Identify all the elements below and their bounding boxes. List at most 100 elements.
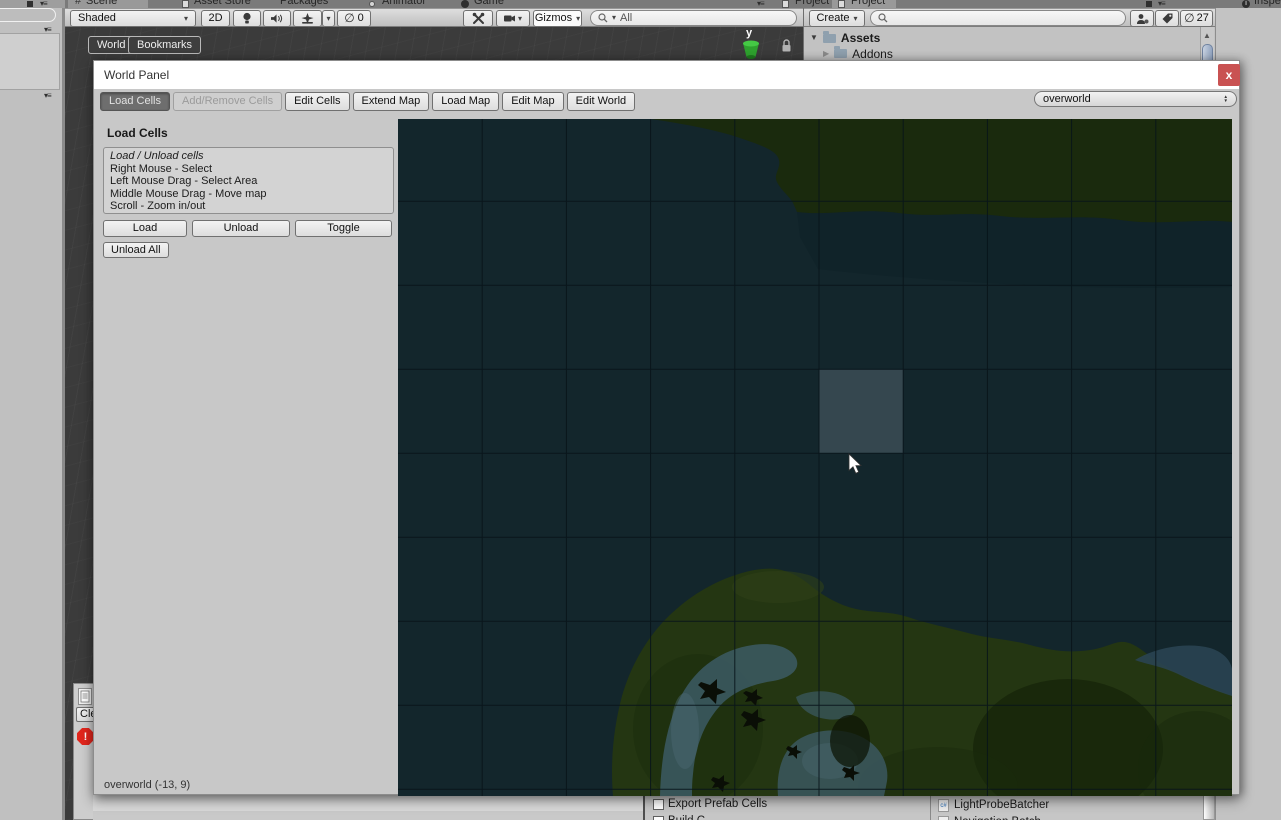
foldout-open-icon[interactable]: ▼ [810, 34, 818, 42]
tab-edit-map[interactable]: Edit Map [502, 92, 564, 111]
create-dropdown-button[interactable]: Create ▾ [809, 10, 865, 27]
foldout-closed-icon[interactable]: ▶ [823, 49, 829, 58]
bottom-scrollbar-continuation[interactable] [1203, 795, 1215, 820]
gizmos-dropdown[interactable]: Gizmos ▾ [533, 10, 582, 27]
scene-search-input[interactable]: ▾ All [590, 10, 797, 26]
unload-button[interactable]: Unload [192, 220, 290, 237]
project-search-input[interactable] [870, 10, 1126, 26]
tab-load-map[interactable]: Load Map [432, 92, 500, 111]
effects-dropdown[interactable]: ▾ [322, 10, 335, 27]
tab-add-remove-cells[interactable]: Add/Remove Cells [172, 92, 283, 111]
help-line: Left Mouse Drag - Select Area [110, 175, 258, 188]
world-panel-window: World Panel x Load Cells Add/Remove Cell… [93, 60, 1258, 820]
camera-dropdown-button[interactable]: ▾ [496, 10, 530, 27]
tab-animator[interactable]: Animator [382, 0, 426, 7]
left-panel-column [0, 0, 62, 820]
beneath-options-region: Export Prefab Cells Build C [643, 795, 930, 820]
panel-menu-icon[interactable]: ▾≡ [757, 0, 765, 8]
search-icon [598, 13, 608, 23]
bookmarks-button[interactable]: Bookmarks [128, 36, 202, 54]
unload-all-button[interactable]: Unload All [103, 242, 169, 258]
panel-menu-icon[interactable]: ▾≡ [40, 0, 48, 8]
tree-row-addons[interactable]: ▶ Addons [823, 46, 1193, 61]
world-select-dropdown[interactable]: overworld ▲ ▼ [1034, 91, 1237, 107]
console-doc-icon[interactable] [78, 688, 92, 705]
tag-icon [1162, 13, 1172, 24]
panel-menu-icon[interactable]: ▾≡ [1158, 0, 1166, 8]
effects-toggle-button[interactable] [293, 10, 322, 27]
world-panel-title: World Panel [104, 68, 170, 82]
camera-icon [504, 15, 515, 22]
file-navigationbatch-partial[interactable]: Navigation Batch [954, 816, 1041, 820]
tree-row-assets[interactable]: ▼ Assets [810, 30, 1190, 46]
build-label-partial: Build C [668, 815, 705, 820]
project-hidden-count: 27 [1196, 12, 1209, 24]
shading-mode-label: Shaded [78, 12, 116, 24]
beneath-files-region: c# LightProbeBatcher c# Navigation Batch [930, 795, 1203, 820]
hidden-objects-counter[interactable]: ∅ 0 [337, 10, 371, 27]
tab-edit-cells[interactable]: Edit Cells [285, 92, 350, 111]
speaker-icon [271, 14, 283, 23]
tab-asset-store[interactable]: Asset Store [194, 0, 251, 7]
info-circle-icon: i [1242, 0, 1250, 8]
build-checkbox[interactable] [653, 816, 664, 820]
toggle-button[interactable]: Toggle [295, 220, 392, 237]
updown-arrows-icon: ▲ ▼ [1223, 94, 1228, 103]
tab-scene[interactable]: Scene [86, 0, 117, 7]
console-error-icon[interactable]: ! [77, 728, 94, 745]
tab-inspector[interactable]: Inspec [1254, 0, 1281, 7]
panel-icon [1146, 1, 1152, 7]
csharp-script-icon: c# [938, 816, 949, 820]
lock-icon[interactable] [780, 38, 793, 53]
tab-packages[interactable]: Packages [280, 0, 328, 7]
eye-off-icon: ∅ [1184, 11, 1195, 25]
folder-icon [834, 46, 848, 58]
file-lightprobebatcher[interactable]: LightProbeBatcher [954, 799, 1049, 811]
help-line: Middle Mouse Drag - Move map [110, 187, 267, 200]
tools-button[interactable] [463, 10, 493, 27]
help-line: Right Mouse - Select [110, 162, 213, 175]
close-button[interactable]: x [1218, 64, 1240, 86]
scene-gizmo-axis-label: y [746, 27, 753, 39]
project-toolbar: Create ▾ ∅ 27 [804, 8, 1216, 27]
csharp-script-icon: c# [938, 799, 949, 812]
tab-project-left[interactable]: Project [795, 0, 829, 7]
tab-edit-world[interactable]: Edit World [566, 92, 636, 111]
tree-addons-label: Addons [852, 46, 893, 61]
tab-load-cells[interactable]: Load Cells [100, 92, 170, 111]
scene-hidden-count: 0 [357, 12, 364, 24]
lighting-toggle-button[interactable] [233, 10, 261, 27]
panel-menu-icon[interactable]: ▾≡ [44, 92, 52, 100]
help-line: Scroll - Zoom in/out [110, 200, 206, 213]
scene-toolbar: Shaded ▾ 2D ▾ ∅ 0 ▾ Gizmos ▾ ▾ All [65, 8, 803, 27]
document-lines-icon [80, 690, 90, 703]
scene-gizmo-y-cone-icon[interactable] [736, 39, 766, 60]
world-panel-titlebar[interactable]: World Panel x [94, 61, 1240, 89]
favorites-filter-button[interactable] [1130, 10, 1154, 27]
tab-extend-map[interactable]: Extend Map [352, 92, 430, 111]
world-map-viewport[interactable] [398, 119, 1258, 820]
2d-toggle-button[interactable]: 2D [201, 10, 230, 27]
effects-icon [301, 12, 314, 24]
left-panel-searchfield[interactable] [0, 8, 56, 22]
unity-editor-root: ▾≡ ▾≡ Shaded ▾ 2D ▾ ∅ 0 ▾ Gizmos ▾ ▾ All… [0, 0, 1281, 820]
label-filter-button[interactable] [1155, 10, 1179, 27]
help-line: Load / Unload cells [110, 150, 204, 162]
load-button[interactable]: Load [103, 220, 187, 237]
audio-toggle-button[interactable] [263, 10, 291, 27]
light-bulb-icon [243, 12, 251, 24]
shading-mode-dropdown[interactable]: Shaded ▾ [70, 10, 196, 27]
beneath-left-band [93, 795, 643, 820]
help-box: Load / Unload cells Right Mouse - Select… [103, 147, 394, 214]
search-icon [878, 13, 888, 23]
console-window-sliver: Cle ! [73, 683, 100, 820]
scrollbar-up-button[interactable]: ▲ [1200, 29, 1214, 42]
tab-game[interactable]: Game [474, 0, 504, 7]
project-hidden-counter[interactable]: ∅ 27 [1180, 10, 1213, 27]
highlighted-map-cell[interactable] [819, 369, 904, 454]
export-prefab-cells-checkbox[interactable] [653, 799, 664, 810]
animator-icon [369, 1, 375, 7]
tab-project-right[interactable]: Project [851, 0, 885, 7]
cell-action-buttons: Load Unload Toggle [103, 220, 392, 237]
map-bay-highlight [671, 693, 699, 769]
